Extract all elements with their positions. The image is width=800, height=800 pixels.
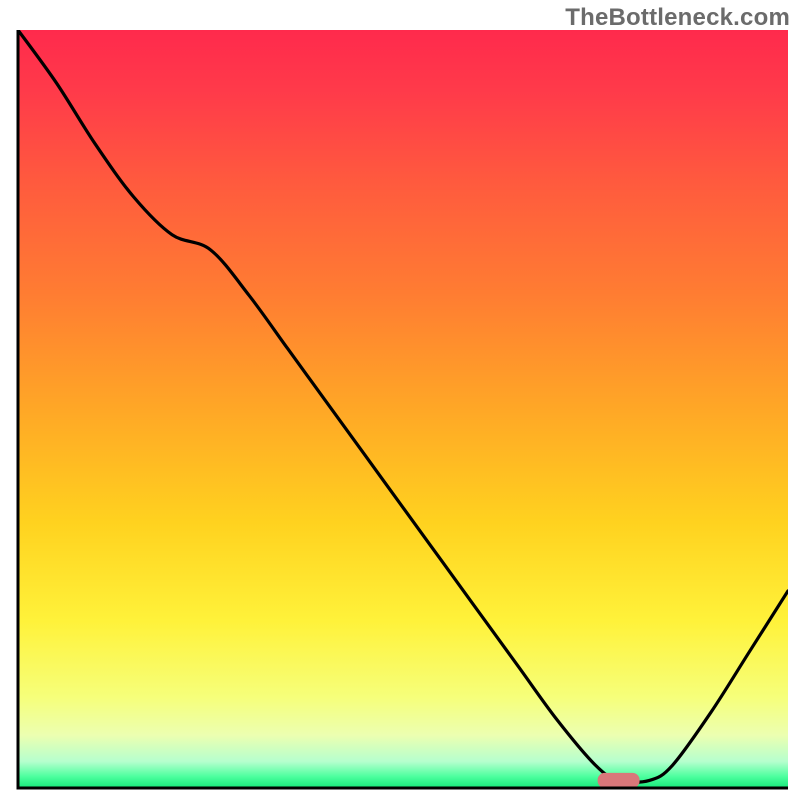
optimal-marker (598, 773, 640, 788)
gradient-background (18, 30, 788, 788)
bottleneck-chart (0, 0, 800, 800)
chart-container: TheBottleneck.com (0, 0, 800, 800)
